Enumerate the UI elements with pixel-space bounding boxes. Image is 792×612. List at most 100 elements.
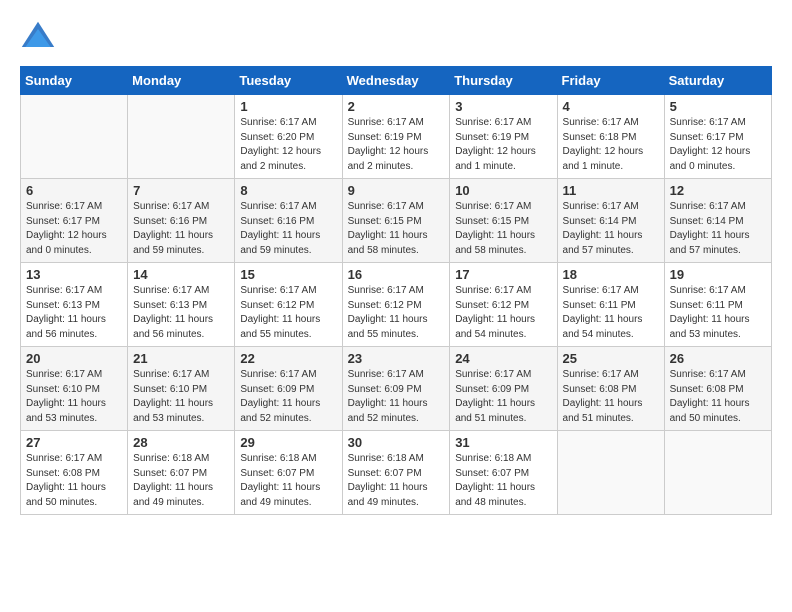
day-info: Sunrise: 6:17 AMSunset: 6:15 PMDaylight:… [348,200,445,258]
day-number: 23 [348,351,445,366]
day-cell: 1 Sunrise: 6:17 AMSunset: 6:20 PMDaylight… [235,95,342,179]
day-cell: 26 Sunrise: 6:17 AMSunset: 6:08 PMDayligh… [664,347,771,431]
day-cell: 22 Sunrise: 6:17 AMSunset: 6:09 PMDayligh… [235,347,342,431]
day-info: Sunrise: 6:17 AMSunset: 6:10 PMDaylight:… [133,368,229,426]
day-info: Sunrise: 6:17 AMSunset: 6:10 PMDaylight:… [26,368,122,426]
day-info: Sunrise: 6:18 AMSunset: 6:07 PMDaylight:… [240,452,336,510]
day-number: 28 [133,435,229,450]
day-cell: 28 Sunrise: 6:18 AMSunset: 6:07 PMDayligh… [128,431,235,515]
day-cell: 3 Sunrise: 6:17 AMSunset: 6:19 PMDaylight… [450,95,557,179]
day-number: 27 [26,435,122,450]
day-info: Sunrise: 6:17 AMSunset: 6:08 PMDaylight:… [26,452,122,510]
logo-icon [20,20,56,56]
day-info: Sunrise: 6:17 AMSunset: 6:11 PMDaylight:… [563,284,659,342]
day-info: Sunrise: 6:17 AMSunset: 6:19 PMDaylight:… [348,116,445,174]
day-cell: 8Sunrise: 6:17 AMSunset: 6:16 PMDaylight… [235,179,342,263]
day-info: Sunrise: 6:18 AMSunset: 6:07 PMDaylight:… [455,452,551,510]
day-number: 3 [455,99,551,114]
week-row-1: 1 Sunrise: 6:17 AMSunset: 6:20 PMDaylight… [21,95,772,179]
day-cell: 6 Sunrise: 6:17 AMSunset: 6:17 PMDaylight… [21,179,128,263]
day-info: Sunrise: 6:17 AMSunset: 6:09 PMDaylight:… [455,368,551,426]
day-cell: 17Sunrise: 6:17 AMSunset: 6:12 PMDayligh… [450,263,557,347]
day-info: Sunrise: 6:17 AMSunset: 6:13 PMDaylight:… [133,284,229,342]
day-info: Sunrise: 6:17 AMSunset: 6:15 PMDaylight:… [455,200,551,258]
day-cell [557,431,664,515]
day-number: 20 [26,351,122,366]
day-info: Sunrise: 6:17 AMSunset: 6:12 PMDaylight:… [455,284,551,342]
day-cell: 12 Sunrise: 6:17 AMSunset: 6:14 PMDayligh… [664,179,771,263]
day-info: Sunrise: 6:17 AMSunset: 6:17 PMDaylight:… [26,200,122,258]
weekday-header-tuesday: Tuesday [235,67,342,95]
day-cell: 14 Sunrise: 6:17 AMSunset: 6:13 PMDayligh… [128,263,235,347]
day-cell: 15 Sunrise: 6:17 AMSunset: 6:12 PMDayligh… [235,263,342,347]
day-cell: 18 Sunrise: 6:17 AMSunset: 6:11 PMDayligh… [557,263,664,347]
day-number: 5 [670,99,766,114]
day-info: Sunrise: 6:17 AMSunset: 6:08 PMDaylight:… [670,368,766,426]
day-cell: 27 Sunrise: 6:17 AMSunset: 6:08 PMDayligh… [21,431,128,515]
day-cell: 11 Sunrise: 6:17 AMSunset: 6:14 PMDayligh… [557,179,664,263]
day-info: Sunrise: 6:18 AMSunset: 6:07 PMDaylight:… [348,452,445,510]
day-cell: 24Sunrise: 6:17 AMSunset: 6:09 PMDayligh… [450,347,557,431]
day-cell [664,431,771,515]
logo [20,20,62,56]
day-number: 4 [563,99,659,114]
weekday-header-thursday: Thursday [450,67,557,95]
day-cell: 30 Sunrise: 6:18 AMSunset: 6:07 PMDayligh… [342,431,450,515]
day-info: Sunrise: 6:17 AMSunset: 6:13 PMDaylight:… [26,284,122,342]
day-number: 18 [563,267,659,282]
weekday-header-sunday: Sunday [21,67,128,95]
day-number: 6 [26,183,122,198]
day-info: Sunrise: 6:17 AMSunset: 6:18 PMDaylight:… [563,116,659,174]
day-info: Sunrise: 6:17 AMSunset: 6:11 PMDaylight:… [670,284,766,342]
day-cell: 21 Sunrise: 6:17 AMSunset: 6:10 PMDayligh… [128,347,235,431]
day-number: 9 [348,183,445,198]
day-number: 7 [133,183,229,198]
day-number: 26 [670,351,766,366]
day-cell: 9 Sunrise: 6:17 AMSunset: 6:15 PMDaylight… [342,179,450,263]
day-number: 11 [563,183,659,198]
weekday-header-wednesday: Wednesday [342,67,450,95]
day-number: 12 [670,183,766,198]
week-row-2: 6 Sunrise: 6:17 AMSunset: 6:17 PMDaylight… [21,179,772,263]
day-cell: 31Sunrise: 6:18 AMSunset: 6:07 PMDayligh… [450,431,557,515]
day-cell [128,95,235,179]
day-number: 21 [133,351,229,366]
calendar-table: SundayMondayTuesdayWednesdayThursdayFrid… [20,66,772,515]
day-number: 8 [240,183,336,198]
day-info: Sunrise: 6:17 AMSunset: 6:19 PMDaylight:… [455,116,551,174]
day-number: 13 [26,267,122,282]
day-cell: 2 Sunrise: 6:17 AMSunset: 6:19 PMDaylight… [342,95,450,179]
day-number: 1 [240,99,336,114]
weekday-header-friday: Friday [557,67,664,95]
week-row-4: 20 Sunrise: 6:17 AMSunset: 6:10 PMDayligh… [21,347,772,431]
day-number: 22 [240,351,336,366]
header [20,20,772,56]
day-info: Sunrise: 6:17 AMSunset: 6:20 PMDaylight:… [240,116,336,174]
day-cell: 20 Sunrise: 6:17 AMSunset: 6:10 PMDayligh… [21,347,128,431]
day-cell: 23 Sunrise: 6:17 AMSunset: 6:09 PMDayligh… [342,347,450,431]
day-number: 25 [563,351,659,366]
day-info: Sunrise: 6:17 AMSunset: 6:12 PMDaylight:… [240,284,336,342]
day-number: 2 [348,99,445,114]
day-number: 15 [240,267,336,282]
day-number: 16 [348,267,445,282]
day-info: Sunrise: 6:18 AMSunset: 6:07 PMDaylight:… [133,452,229,510]
weekday-header-row: SundayMondayTuesdayWednesdayThursdayFrid… [21,67,772,95]
day-cell: 25 Sunrise: 6:17 AMSunset: 6:08 PMDayligh… [557,347,664,431]
day-info: Sunrise: 6:17 AMSunset: 6:12 PMDaylight:… [348,284,445,342]
day-number: 30 [348,435,445,450]
day-number: 14 [133,267,229,282]
day-info: Sunrise: 6:17 AMSunset: 6:09 PMDaylight:… [240,368,336,426]
day-info: Sunrise: 6:17 AMSunset: 6:14 PMDaylight:… [670,200,766,258]
day-info: Sunrise: 6:17 AMSunset: 6:09 PMDaylight:… [348,368,445,426]
day-cell: 19 Sunrise: 6:17 AMSunset: 6:11 PMDayligh… [664,263,771,347]
week-row-3: 13 Sunrise: 6:17 AMSunset: 6:13 PMDayligh… [21,263,772,347]
day-cell: 7Sunrise: 6:17 AMSunset: 6:16 PMDaylight… [128,179,235,263]
day-cell: 5Sunrise: 6:17 AMSunset: 6:17 PMDaylight… [664,95,771,179]
day-number: 19 [670,267,766,282]
weekday-header-monday: Monday [128,67,235,95]
day-info: Sunrise: 6:17 AMSunset: 6:14 PMDaylight:… [563,200,659,258]
day-number: 10 [455,183,551,198]
day-info: Sunrise: 6:17 AMSunset: 6:08 PMDaylight:… [563,368,659,426]
day-number: 29 [240,435,336,450]
